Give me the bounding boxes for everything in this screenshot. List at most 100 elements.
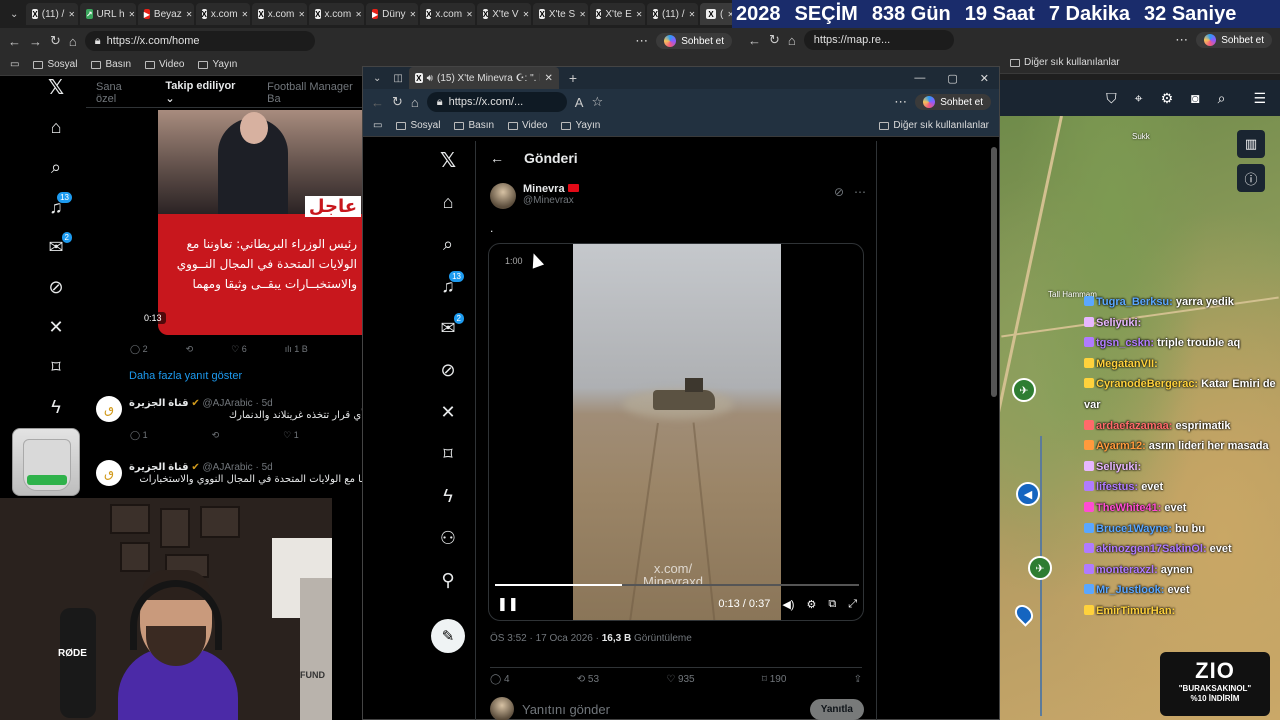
chat-username[interactable]: Seliyuki: — [1096, 461, 1141, 473]
bookmark-yayin[interactable]: Yayın — [561, 120, 600, 131]
reader-icon[interactable]: A — [575, 95, 584, 110]
close-tab-icon[interactable]: ✕ — [523, 10, 530, 19]
communities-icon[interactable]: ⚇ — [437, 527, 459, 549]
post-video[interactable]: 1:00 x.com/ Minevraxd ❚❚ 0:13 / 0:37 ◀) … — [488, 243, 864, 621]
close-tab-icon[interactable]: ✕ — [355, 10, 362, 19]
tag-icon[interactable]: ⛉ — [1106, 90, 1117, 107]
compose-post-button[interactable]: ✎ — [431, 619, 465, 653]
menu-icon[interactable]: ☰ — [1253, 90, 1266, 107]
bookmark-video[interactable]: Video — [508, 120, 547, 131]
bookmark-icon[interactable]: ⌑ — [45, 356, 67, 378]
repost-action[interactable]: ⟲ 53 — [577, 674, 599, 685]
tab-football-manager[interactable]: Football Manager Ba — [267, 81, 366, 105]
map-address-bar[interactable]: https://map.re... — [803, 30, 954, 50]
chat-username[interactable]: Mr_Justlook: — [1096, 584, 1164, 596]
close-tab-icon[interactable]: ✕ — [636, 10, 643, 19]
grok-icon[interactable]: ⊘ — [45, 276, 67, 298]
tab-following[interactable]: Takip ediliyor ⌄ — [165, 80, 245, 105]
map-pin-icon[interactable] — [1011, 601, 1037, 627]
reply-stat[interactable]: ◯ 1 — [130, 430, 148, 441]
chat-username[interactable]: CyranodeBergerac: — [1096, 378, 1198, 390]
maximize-icon[interactable]: ▢ — [947, 72, 957, 85]
map-marker-icon[interactable]: ✈ — [1028, 556, 1052, 580]
grok-icon[interactable]: ⊘ — [437, 359, 459, 381]
lightning-icon[interactable]: ϟ — [437, 485, 459, 507]
back-arrow-icon[interactable]: ← — [490, 150, 504, 166]
close-tab-icon[interactable]: ✕ — [410, 10, 417, 19]
chat-username[interactable]: lifestus: — [1096, 481, 1138, 493]
favorite-icon[interactable]: ☆ — [591, 94, 603, 110]
close-tab-icon[interactable]: ✕ — [129, 10, 136, 19]
reply-item[interactable]: ٯ قناة الجزيرة ✔ @AJArabic · 5d أي قرار … — [96, 396, 364, 446]
chat-username[interactable]: EmirTimurHan: — [1096, 605, 1175, 617]
bookmark-other[interactable]: Diğer sık kullanılanlar — [879, 120, 989, 131]
refresh-icon[interactable]: ↻ — [50, 33, 61, 49]
post-timestamp[interactable]: ÖS 3:52 · 17 Oca 2026 · — [490, 633, 602, 644]
reply-button[interactable]: Yanıtla — [809, 698, 864, 720]
like-action[interactable]: ♡ 935 — [666, 674, 694, 685]
browser-tab[interactable]: Xx.com ✕ — [252, 3, 308, 25]
close-tab-icon[interactable]: ✕ — [466, 10, 473, 19]
x-logo-icon[interactable]: 𝕏 — [437, 149, 459, 172]
volume-icon[interactable]: ◀) — [782, 598, 794, 611]
search-icon[interactable]: ⌕ — [1218, 90, 1226, 107]
tab-for-you[interactable]: Sana özel — [96, 81, 143, 105]
lightning-icon[interactable]: ϟ — [45, 396, 67, 418]
extensions-icon[interactable]: ⋯ — [1175, 32, 1188, 48]
close-tab-icon[interactable]: ✕ — [68, 10, 75, 19]
bookmark-other[interactable]: Diğer sık kullanılanlar — [1010, 57, 1120, 68]
bookmark-action[interactable]: ⌑ 190 — [762, 674, 787, 685]
browser-tab[interactable]: X (11) / ✕ — [646, 3, 699, 25]
speaker-icon[interactable]: 🔊︎ — [427, 73, 433, 84]
home-icon[interactable]: ⌂ — [788, 33, 796, 48]
pin-icon[interactable]: ⌖ — [1135, 90, 1143, 107]
back-nav-icon[interactable]: ← — [371, 95, 384, 110]
chat-username[interactable]: tgsn_cskn: — [1096, 337, 1154, 349]
home-icon[interactable]: ⌂ — [69, 34, 77, 49]
copilot-button[interactable]: Sohbet et — [1196, 32, 1272, 48]
chat-username[interactable]: Seliyuki: — [1096, 317, 1141, 329]
like-stat[interactable]: ♡ 1 — [283, 430, 299, 441]
bookmark-sosyal[interactable]: Sosyal — [33, 59, 77, 70]
chat-username[interactable]: MegatanVII: — [1096, 358, 1158, 370]
workspaces-icon[interactable]: ◫ — [389, 73, 406, 84]
map-marker-icon[interactable]: ✈ — [1012, 378, 1036, 402]
close-tab-icon[interactable]: ✕ — [689, 10, 696, 19]
minimize-icon[interactable]: — — [914, 72, 925, 85]
x-premium-icon[interactable]: ✕ — [45, 316, 67, 338]
map-marker-icon[interactable]: ◀ — [1016, 482, 1040, 506]
gear-icon[interactable]: ⚙ — [1161, 90, 1174, 107]
bookmark-icon[interactable]: ⌑ — [437, 443, 459, 465]
fullscreen-icon[interactable]: ⤢ — [848, 598, 857, 611]
x-logo-icon[interactable]: 𝕏 — [45, 76, 67, 99]
browser-tab[interactable]: X X'te V ✕ — [476, 3, 532, 25]
browser-tab[interactable]: ▶ Beyaz ✕ — [137, 3, 194, 25]
chat-username[interactable]: Tugra_Berksu: — [1096, 296, 1173, 308]
mail-icon[interactable]: ✉ 2 — [437, 312, 465, 339]
browser-tab[interactable]: ↗ URL h ✕ — [79, 3, 136, 25]
x-premium-icon[interactable]: ✕ — [437, 401, 459, 423]
close-tab-icon[interactable]: ✕ — [242, 10, 249, 19]
profile-icon[interactable]: ⚲ — [437, 569, 459, 591]
chat-username[interactable]: Bruce1Wayne: — [1096, 523, 1172, 535]
chat-username[interactable]: TheWhite41: — [1096, 502, 1161, 514]
new-tab-icon[interactable]: + — [561, 70, 585, 86]
author-avatar[interactable] — [490, 183, 516, 209]
copilot-button[interactable]: Sohbet et — [656, 33, 732, 49]
map-book-icon[interactable]: ▥ — [1237, 130, 1265, 158]
reply-input[interactable]: Yanıtını gönder — [522, 702, 610, 717]
collections-icon[interactable]: ▭ — [10, 59, 19, 70]
copilot-button[interactable]: Sohbet et — [915, 94, 991, 110]
back-nav-icon[interactable]: ← — [748, 33, 761, 48]
news-video-thumbnail[interactable]: عاجل رئيس الوزراء البريطاني: تعاوننا مع … — [158, 110, 363, 335]
browser-tab[interactable]: X X'te E ✕ — [590, 3, 645, 25]
map-info-icon[interactable]: ⓘ — [1237, 164, 1265, 192]
share-icon[interactable]: ⇪ — [854, 674, 862, 685]
bookmark-basin[interactable]: Basın — [91, 59, 131, 70]
grok-icon[interactable]: ⊘ — [834, 185, 844, 199]
pip-icon[interactable]: ⧉ — [828, 598, 836, 611]
home-icon[interactable]: ⌂ — [437, 191, 459, 213]
front-address-bar[interactable]: 🔒︎ https://x.com/... — [426, 92, 567, 112]
back-nav-icon[interactable]: ← — [8, 34, 21, 49]
close-tab-icon[interactable]: ✕ — [579, 10, 586, 19]
